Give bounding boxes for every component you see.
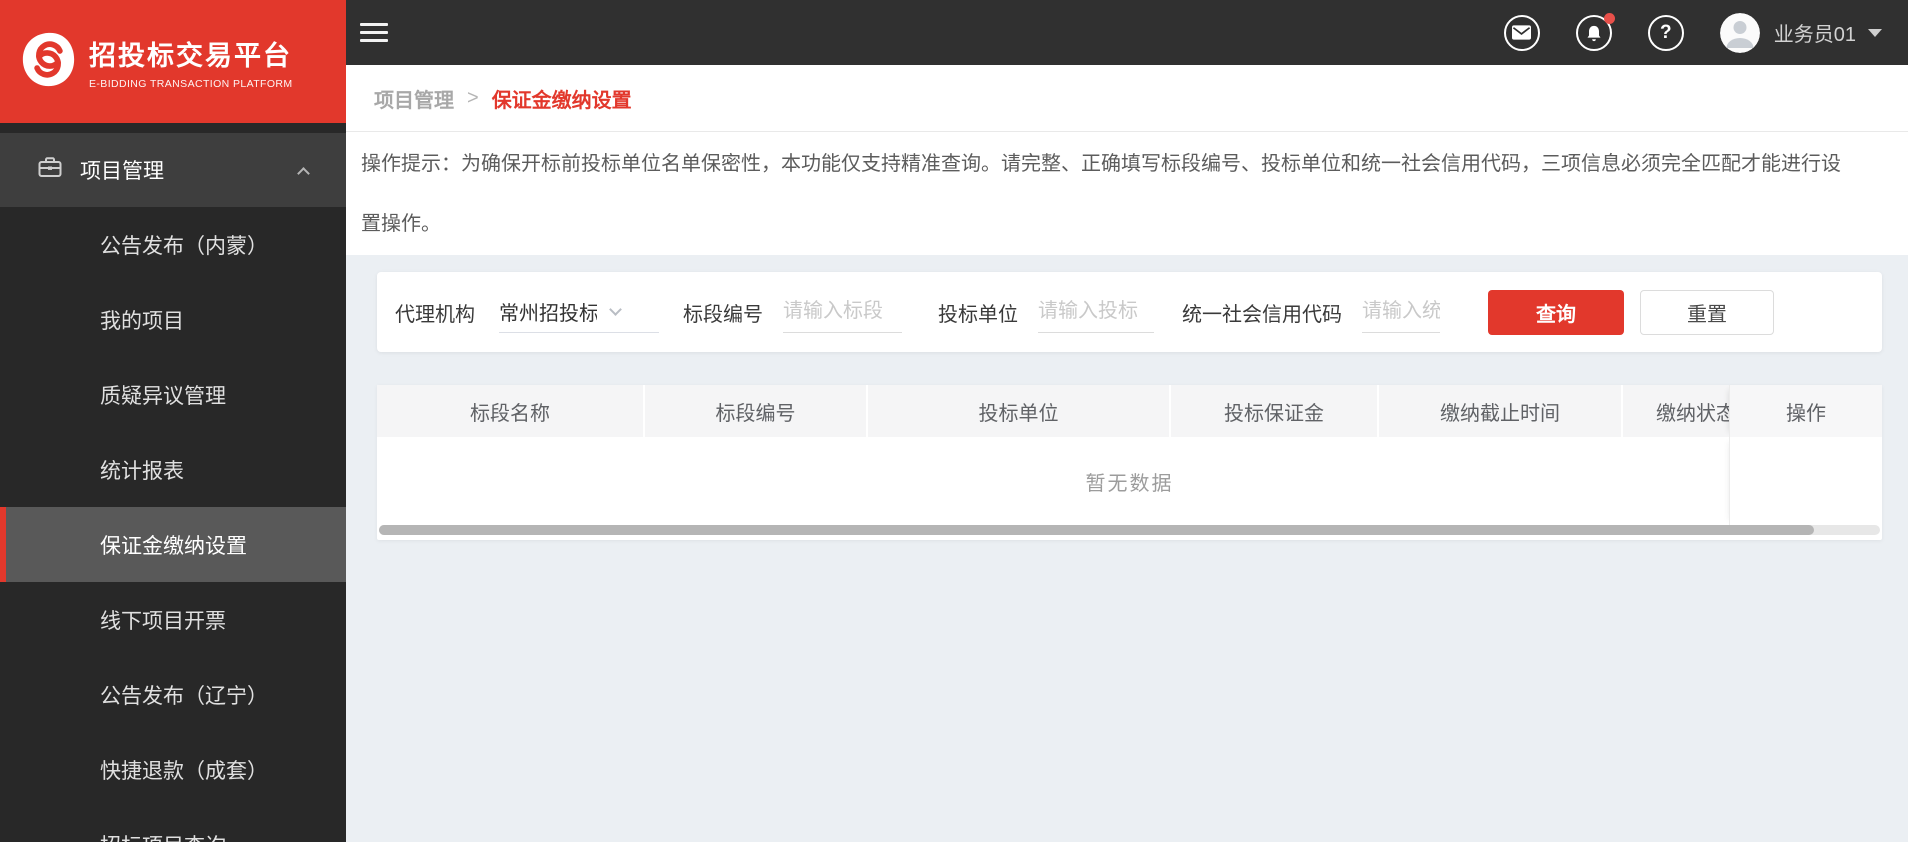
brand-logo-icon xyxy=(20,31,77,93)
horizontal-scrollbar[interactable] xyxy=(379,525,1880,535)
breadcrumb-separator: > xyxy=(467,86,479,109)
credit-code-input[interactable] xyxy=(1362,291,1440,333)
column-header-payment-status: 缴纳状态 xyxy=(1656,402,1729,425)
column-header-deposit: 投标保证金 xyxy=(1171,385,1379,437)
breadcrumb-parent[interactable]: 项目管理 xyxy=(374,84,454,113)
brand-title: 招投标交易平台 xyxy=(89,40,292,71)
sidebar-group-label: 项目管理 xyxy=(80,160,164,183)
search-button[interactable]: 查询 xyxy=(1488,289,1624,335)
menu-icon[interactable] xyxy=(360,18,388,47)
agency-select-value: 常州招投标 xyxy=(499,303,597,325)
sidebar-item-bidding-project-query[interactable]: 招标项目查询 xyxy=(0,807,346,842)
topbar: ? 业务员01 xyxy=(346,0,1908,65)
empty-state-text: 暂无数据 xyxy=(1085,472,1174,495)
chevron-down-icon xyxy=(609,303,622,316)
bidder-label: 投标单位 xyxy=(938,303,1018,326)
notification-dot xyxy=(1603,12,1615,24)
column-header-actions: 操作 xyxy=(1729,385,1882,437)
section-number-label: 标段编号 xyxy=(683,303,763,326)
sidebar-item-deposit-payment-setting[interactable]: 保证金缴纳设置 xyxy=(0,507,346,582)
credit-code-label: 统一社会信用代码 xyxy=(1182,303,1342,326)
help-icon[interactable]: ? xyxy=(1647,14,1684,51)
reset-button[interactable]: 重置 xyxy=(1640,289,1774,335)
sidebar-item-objection-management[interactable]: 质疑异议管理 xyxy=(0,357,346,432)
mail-icon[interactable] xyxy=(1503,14,1540,51)
filter-bar: 代理机构 常州招投标 标段编号 投标单位 统一社会信用代码 查询 重置 xyxy=(377,272,1882,352)
breadcrumb-current: 保证金缴纳设置 xyxy=(491,89,632,112)
table-header-row: 标段名称 标段编号 投标单位 投标保证金 缴纳截止时间 缴纳状态 操作 xyxy=(377,385,1882,437)
sidebar-group-project-management[interactable]: 项目管理 xyxy=(0,133,346,207)
username: 业务员01 xyxy=(1773,24,1856,46)
caret-down-icon xyxy=(1868,28,1882,37)
column-header-deadline: 缴纳截止时间 xyxy=(1379,385,1623,437)
chevron-up-icon xyxy=(297,166,310,180)
sidebar-item-my-projects[interactable]: 我的项目 xyxy=(0,282,346,357)
fixed-actions-column xyxy=(1729,437,1882,525)
sidebar-item-announcement-neimeng[interactable]: 公告发布（内蒙） xyxy=(0,207,346,282)
avatar xyxy=(1719,12,1760,53)
sidebar-item-offline-invoicing[interactable]: 线下项目开票 xyxy=(0,582,346,657)
main-content: 操作提示：为确保开标前投标单位名单保密性，本功能仅支持精准查询。请完整、正确填写… xyxy=(346,132,1908,842)
user-menu[interactable]: 业务员01 xyxy=(1719,12,1882,53)
column-header-bidder: 投标单位 xyxy=(868,385,1171,437)
breadcrumb: 项目管理 > 保证金缴纳设置 xyxy=(346,65,1908,132)
section-number-input[interactable] xyxy=(783,291,902,333)
column-header-section-number: 标段编号 xyxy=(645,385,868,437)
sidebar-menu: 公告发布（内蒙） 我的项目 质疑异议管理 统计报表 保证金缴纳设置 线下项目开票… xyxy=(0,207,346,842)
bidder-input[interactable] xyxy=(1038,291,1154,333)
sidebar: 招投标交易平台 E-BIDDING TRANSACTION PLATFORM 项… xyxy=(0,0,346,842)
results-table: 标段名称 标段编号 投标单位 投标保证金 缴纳截止时间 缴纳状态 操作 暂无数据 xyxy=(377,385,1882,540)
table-body: 暂无数据 xyxy=(377,437,1882,525)
column-header-section-name: 标段名称 xyxy=(377,385,645,437)
sidebar-item-quick-refund[interactable]: 快捷退款（成套） xyxy=(0,732,346,807)
sidebar-item-announcement-liaoning[interactable]: 公告发布（辽宁） xyxy=(0,657,346,732)
operation-hint: 操作提示：为确保开标前投标单位名单保密性，本功能仅支持精准查询。请完整、正确填写… xyxy=(346,132,1908,255)
agency-select[interactable]: 常州招投标 xyxy=(499,291,659,333)
briefcase-icon xyxy=(38,156,62,184)
agency-label: 代理机构 xyxy=(395,303,475,326)
sidebar-item-statistics-report[interactable]: 统计报表 xyxy=(0,432,346,507)
bell-icon[interactable] xyxy=(1575,12,1615,51)
brand-subtitle: E-BIDDING TRANSACTION PLATFORM xyxy=(89,77,293,90)
brand-logo: 招投标交易平台 E-BIDDING TRANSACTION PLATFORM xyxy=(0,0,346,123)
horizontal-scrollbar-thumb[interactable] xyxy=(379,525,1814,535)
